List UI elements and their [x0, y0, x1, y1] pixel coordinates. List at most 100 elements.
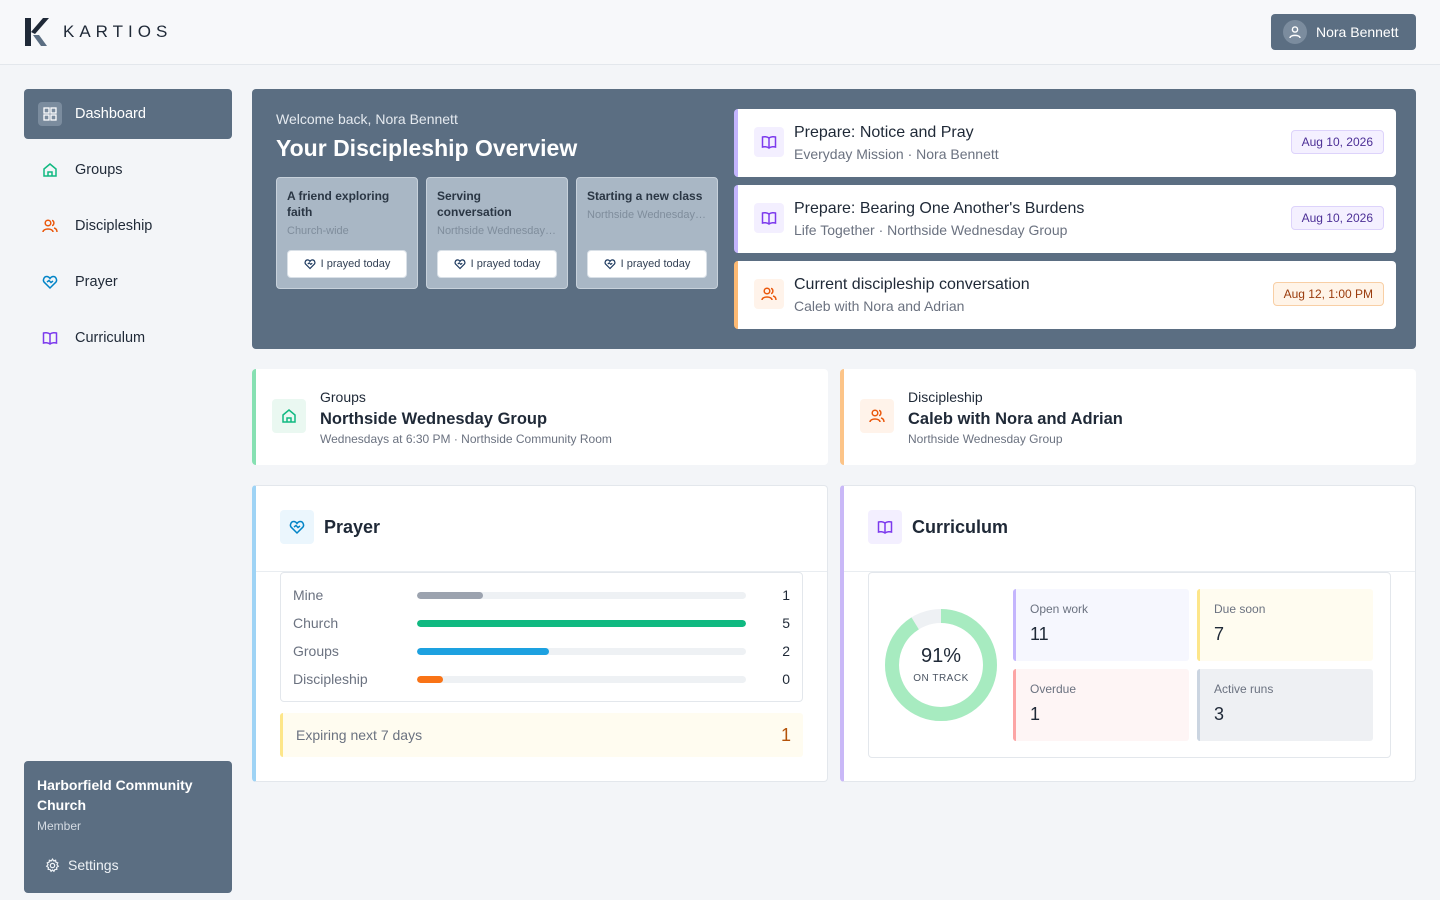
sidebar-item-curriculum[interactable]: Curriculum	[24, 313, 232, 363]
prayer-request-scope: Northside Wednesday Group	[587, 209, 707, 221]
stat-value: 2	[782, 643, 790, 659]
kartios-logo[interactable]: KARTIOS	[23, 16, 172, 48]
upcoming-event[interactable]: Current discipleship conversation Caleb …	[734, 261, 1396, 329]
prayed-today-button[interactable]: I prayed today	[287, 250, 407, 278]
upcoming-event[interactable]: Prepare: Bearing One Another's Burdens L…	[734, 185, 1396, 253]
card-label: Discipleship	[908, 389, 983, 405]
panel-header: Curriculum	[844, 486, 1415, 572]
stat-tile-due-soon[interactable]: Due soon 7	[1197, 589, 1373, 661]
user-icon	[1289, 26, 1301, 39]
stat-tile-open-work[interactable]: Open work 11	[1013, 589, 1189, 661]
sidebar-item-label: Groups	[75, 162, 123, 178]
stat-bar-fill	[417, 591, 483, 599]
upcoming-event[interactable]: Prepare: Notice and Pray Everyday Missio…	[734, 109, 1396, 177]
prayed-today-label: I prayed today	[620, 258, 691, 270]
sidebar-item-label: Prayer	[75, 274, 118, 290]
event-subtitle: Life Together · Northside Wednesday Grou…	[794, 222, 1068, 238]
event-date-badge: Aug 12, 1:00 PM	[1272, 282, 1384, 306]
prayer-request-scope: Northside Wednesday Group	[437, 225, 557, 237]
discipleship-summary-card[interactable]: Discipleship Caleb with Nora and Adrian …	[840, 369, 1416, 465]
event-date-badge: Aug 10, 2026	[1290, 206, 1384, 230]
hero-overview: Welcome back, Nora Bennett Your Disciple…	[252, 89, 1416, 349]
tile-label: Overdue	[1030, 682, 1077, 696]
stat-tile-overdue[interactable]: Overdue 1	[1013, 669, 1189, 741]
tile-label: Active runs	[1214, 682, 1274, 696]
expiring-label: Expiring next 7 days	[296, 727, 423, 743]
prayed-today-button[interactable]: I prayed today	[437, 250, 557, 278]
tile-label: Due soon	[1214, 602, 1266, 616]
users-icon	[754, 279, 784, 309]
users-icon	[860, 399, 894, 433]
sidebar-item-discipleship[interactable]: Discipleship	[24, 201, 232, 251]
prayer-stat-row: Mine 1	[293, 585, 790, 605]
heart-hands-icon	[604, 259, 616, 270]
k-logo-icon	[25, 18, 49, 46]
stat-label: Church	[293, 615, 339, 631]
groups-summary-card[interactable]: Groups Northside Wednesday Group Wednesd…	[252, 369, 828, 465]
stat-bar	[417, 675, 746, 683]
organization-name: Harborfield Community Church	[37, 777, 193, 813]
stat-bar-fill	[417, 647, 549, 655]
book-icon	[38, 326, 62, 350]
settings-label: Settings	[68, 857, 119, 873]
prayed-today-label: I prayed today	[470, 258, 541, 270]
organization-role: Member	[37, 819, 82, 833]
book-icon	[868, 510, 902, 544]
prayer-request-title: A friend exploring faith	[287, 189, 390, 219]
user-name: Nora Bennett	[1316, 24, 1399, 40]
user-menu-button[interactable]: Nora Bennett	[1271, 14, 1416, 50]
sidebar-item-label: Discipleship	[75, 218, 153, 234]
event-title: Prepare: Bearing One Another's Burdens	[794, 200, 1085, 217]
settings-link[interactable]: Settings	[45, 857, 119, 873]
book-icon	[754, 127, 784, 157]
tile-value: 3	[1214, 704, 1225, 724]
event-subtitle: Everyday Mission · Nora Bennett	[794, 146, 999, 162]
prayer-request-card: Serving conversation Northside Wednesday…	[426, 177, 568, 289]
panel-title: Prayer	[324, 517, 381, 537]
gear-icon	[45, 857, 60, 872]
card-subtitle: Northside Wednesday Group	[908, 432, 1063, 446]
sidebar-item-label: Curriculum	[75, 330, 146, 346]
home-icon	[272, 399, 306, 433]
tile-value: 7	[1214, 624, 1225, 644]
stat-bar	[417, 619, 746, 627]
prayer-stat-row: Groups 2	[293, 641, 790, 661]
event-date-badge: Aug 10, 2026	[1290, 130, 1384, 154]
welcome-text: Welcome back, Nora Bennett	[276, 111, 458, 127]
sidebar-item-dashboard[interactable]: Dashboard	[24, 89, 232, 139]
prayer-request-card: Starting a new class Northside Wednesday…	[576, 177, 718, 289]
stat-value: 0	[782, 671, 790, 687]
sidebar-item-prayer[interactable]: Prayer	[24, 257, 232, 307]
users-icon	[38, 214, 62, 238]
home-icon	[38, 158, 62, 182]
heart-hands-icon	[38, 270, 62, 294]
on-track-percent: 91%	[920, 645, 962, 667]
curriculum-panel: Curriculum 91% ON TRACK Open work 11 Due…	[840, 485, 1416, 782]
prayer-stat-row: Discipleship 0	[293, 669, 790, 689]
panel-title: Curriculum	[912, 517, 1009, 537]
panel-header: Prayer	[256, 486, 827, 572]
prayer-panel: Prayer Mine 1 Church 5 Groups 2 Disciple…	[252, 485, 828, 782]
tile-value: 1	[1030, 704, 1041, 724]
top-bar: KARTIOS Nora Bennett	[0, 0, 1440, 65]
card-subtitle: Wednesdays at 6:30 PM · Northside Commun…	[320, 432, 612, 446]
event-subtitle: Caleb with Nora and Adrian	[794, 298, 965, 314]
stat-value: 1	[782, 587, 790, 603]
stat-label: Discipleship	[293, 671, 368, 687]
stat-label: Mine	[293, 587, 324, 603]
event-title: Prepare: Notice and Pray	[794, 124, 974, 141]
stat-bar-fill	[417, 619, 746, 627]
expiring-banner[interactable]: Expiring next 7 days 1	[280, 713, 803, 757]
stat-value: 5	[782, 615, 790, 631]
page-title: Your Discipleship Overview	[276, 135, 578, 161]
prayed-today-button[interactable]: I prayed today	[587, 250, 707, 278]
stat-tile-active-runs[interactable]: Active runs 3	[1197, 669, 1373, 741]
sidebar-item-groups[interactable]: Groups	[24, 145, 232, 195]
curriculum-stats: 91% ON TRACK Open work 11 Due soon 7 Ove…	[868, 572, 1391, 758]
event-title: Current discipleship conversation	[794, 276, 1030, 293]
tile-value: 11	[1030, 624, 1049, 644]
card-title: Caleb with Nora and Adrian	[908, 410, 1123, 428]
book-icon	[754, 203, 784, 233]
card-label: Groups	[320, 389, 366, 405]
tile-label: Open work	[1030, 602, 1089, 616]
